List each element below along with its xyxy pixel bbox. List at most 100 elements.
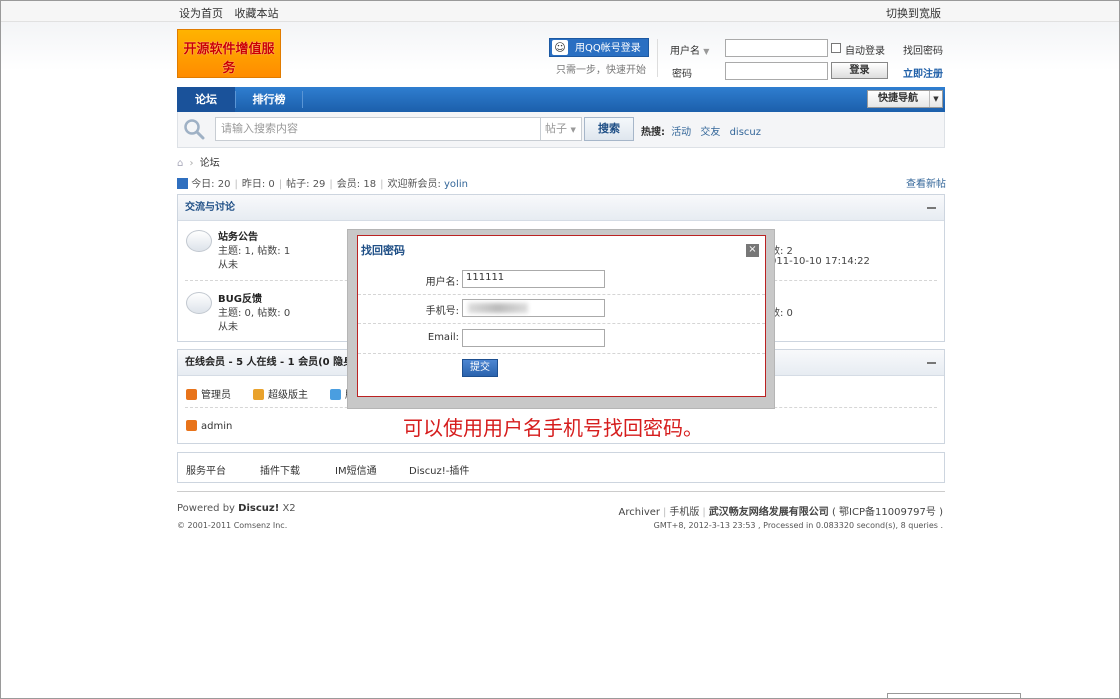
username-label: 用户名 ▼: [670, 46, 710, 57]
forum-category-title[interactable]: 交流与讨论: [185, 202, 235, 213]
admin-user-icon: [186, 389, 197, 400]
password-label: 密码: [672, 69, 692, 80]
forum-stat: 主题: 0, 帖数: 0: [218, 308, 291, 319]
remember-checkbox[interactable]: [831, 43, 841, 53]
remember-label: 自动登录: [845, 46, 885, 57]
login-button[interactable]: 登录: [831, 62, 888, 79]
header-divider: [657, 39, 658, 77]
dialog-email-label: Email:: [427, 332, 459, 343]
stat-members: 会员: 18: [336, 179, 377, 190]
dialog-email-input[interactable]: [462, 329, 605, 347]
blurred-phone-value: [468, 303, 528, 313]
quick-nav-button[interactable]: 快捷导航 ▼: [867, 90, 943, 108]
online-user[interactable]: admin: [186, 420, 232, 432]
qq-login-subtitle: 只需一步，快速开始: [556, 65, 646, 76]
search-icon: [184, 119, 205, 140]
friend-link[interactable]: IM短信通: [335, 462, 377, 477]
bookmark-link[interactable]: 收藏本站: [235, 7, 279, 20]
qq-login-label: 用QQ帐号登录: [575, 43, 641, 54]
dialog-phone-label: 手机号:: [425, 306, 459, 317]
hot-search-word[interactable]: 交友: [700, 127, 720, 138]
member-group: 超级版主: [253, 386, 308, 401]
search-bar: 请输入搜索内容 帖子 ▼ 搜索 热搜: 活动 交友 discuz: [177, 112, 945, 148]
mobile-link[interactable]: 手机版: [669, 507, 699, 518]
annotation-caption: 可以使用用户名手机号找回密码。: [403, 416, 703, 440]
chevron-down-icon[interactable]: ▼: [703, 47, 709, 56]
nav-divider: [302, 91, 303, 108]
qq-penguin-icon: ☺: [552, 40, 568, 55]
qq-login-button[interactable]: ☺ 用QQ帐号登录: [549, 38, 649, 57]
nav-divider: [235, 91, 236, 108]
username-row: 用户名: 111111: [358, 266, 765, 295]
forum-bubble-icon: [186, 292, 212, 314]
collapse-icon[interactable]: [927, 207, 936, 209]
admin-user-icon: [186, 420, 197, 431]
stat-posts: 帖子: 29: [286, 179, 326, 190]
taskbar-window-edge: [887, 693, 1021, 698]
search-type-select[interactable]: 帖子 ▼: [540, 117, 582, 141]
hot-search-label: 热搜:: [641, 127, 665, 138]
browser-viewport: 设为首页 收藏本站 切换到宽版 开源软件增值服务 CHANYOO ☺ 用QQ帐号…: [0, 0, 1120, 699]
register-link[interactable]: 立即注册: [903, 65, 943, 80]
online-members-title[interactable]: 在线会员 - 5 人在线 - 1 会员(0 隐身: [185, 357, 353, 368]
breadcrumb: ⌂ › 论坛: [177, 154, 220, 169]
member-group: 管理员: [186, 386, 231, 401]
new-posts-link[interactable]: 查看新帖: [906, 175, 946, 190]
dialog-title: 找回密码: [361, 244, 405, 257]
friend-link[interactable]: 插件下载: [260, 462, 300, 477]
site-logo[interactable]: 开源软件增值服务 CHANYOO: [177, 29, 281, 89]
friend-link[interactable]: 服务平台: [186, 462, 226, 477]
forum-stat: 主题: 1, 帖数: 1: [218, 246, 291, 257]
password-input[interactable]: [725, 62, 828, 80]
dialog-username-input[interactable]: 111111: [462, 270, 605, 288]
stat-yesterday: 昨日: 0: [241, 179, 275, 190]
friend-link[interactable]: Discuz!-插件: [409, 462, 469, 477]
forum-name[interactable]: BUG反馈: [218, 290, 262, 305]
close-icon[interactable]: ×: [746, 244, 759, 257]
hot-search-word[interactable]: discuz: [730, 127, 761, 138]
mod-user-icon: [330, 389, 341, 400]
newest-member-link[interactable]: yolin: [444, 179, 468, 190]
forum-category-header: 交流与讨论: [178, 195, 944, 221]
nav-item-forum[interactable]: 论坛: [177, 87, 235, 112]
forum-last-post: 从未: [218, 322, 238, 333]
forum-last-post: 从未: [218, 260, 238, 271]
welcome-label: 欢迎新会员:: [387, 179, 441, 190]
powered-by: Powered by Discuz! X2: [177, 503, 296, 514]
email-row: Email:: [358, 325, 765, 354]
icp-link[interactable]: ( 鄂ICP备11009797号 ): [832, 507, 943, 518]
forum-stats: 今日: 20 | 昨日: 0 | 帖子: 29 | 会员: 18 | 欢迎新会员: yolin: [177, 175, 468, 190]
forum-name[interactable]: 站务公告: [218, 228, 258, 243]
discuz-link[interactable]: Discuz!: [238, 503, 279, 514]
collapse-icon[interactable]: [927, 362, 936, 364]
forum-last-post: 011-10-10 17:14:22: [770, 256, 870, 267]
super-mod-user-icon: [253, 389, 264, 400]
archiver-link[interactable]: Archiver: [619, 507, 661, 518]
quick-nav-label: 快捷导航: [878, 93, 918, 104]
home-icon[interactable]: ⌂: [177, 158, 183, 169]
main-nav: 论坛 排行榜 快捷导航 ▼: [177, 87, 945, 112]
search-button[interactable]: 搜索: [584, 117, 634, 141]
nav-item-ranking[interactable]: 排行榜: [237, 87, 301, 112]
stats-chart-icon: [177, 178, 188, 189]
forgot-password-link[interactable]: 找回密码: [903, 42, 943, 57]
forum-bubble-icon: [186, 230, 212, 252]
dialog-username-label: 用户名:: [425, 277, 459, 288]
stat-today: 今日: 20: [191, 179, 231, 190]
dialog-submit-button[interactable]: 提交: [462, 359, 498, 377]
hot-search-word[interactable]: 活动: [671, 127, 691, 138]
logo-title: 开源软件增值服务: [183, 42, 275, 76]
hot-search: 热搜: 活动 交友 discuz: [641, 123, 767, 138]
chevron-down-icon: ▼: [570, 126, 576, 134]
dialog-phone-input[interactable]: [462, 299, 605, 317]
top-toolbar: 设为首页 收藏本站 切换到宽版: [1, 1, 1119, 22]
set-home-link[interactable]: 设为首页: [179, 7, 223, 20]
retrieve-password-dialog: 找回密码 × 用户名: 111111 手机号: Email: 提交: [357, 235, 766, 397]
username-input[interactable]: [725, 39, 828, 57]
search-input[interactable]: 请输入搜索内容: [215, 117, 545, 141]
switch-wide-link[interactable]: 切换到宽版: [886, 5, 941, 21]
breadcrumb-current: 论坛: [199, 158, 220, 169]
company-link[interactable]: 武汉畅友网络发展有限公司: [709, 507, 829, 518]
chevron-right-icon: ›: [189, 158, 194, 169]
friend-links: 服务平台 插件下载 IM短信通 Discuz!-插件: [177, 452, 945, 483]
